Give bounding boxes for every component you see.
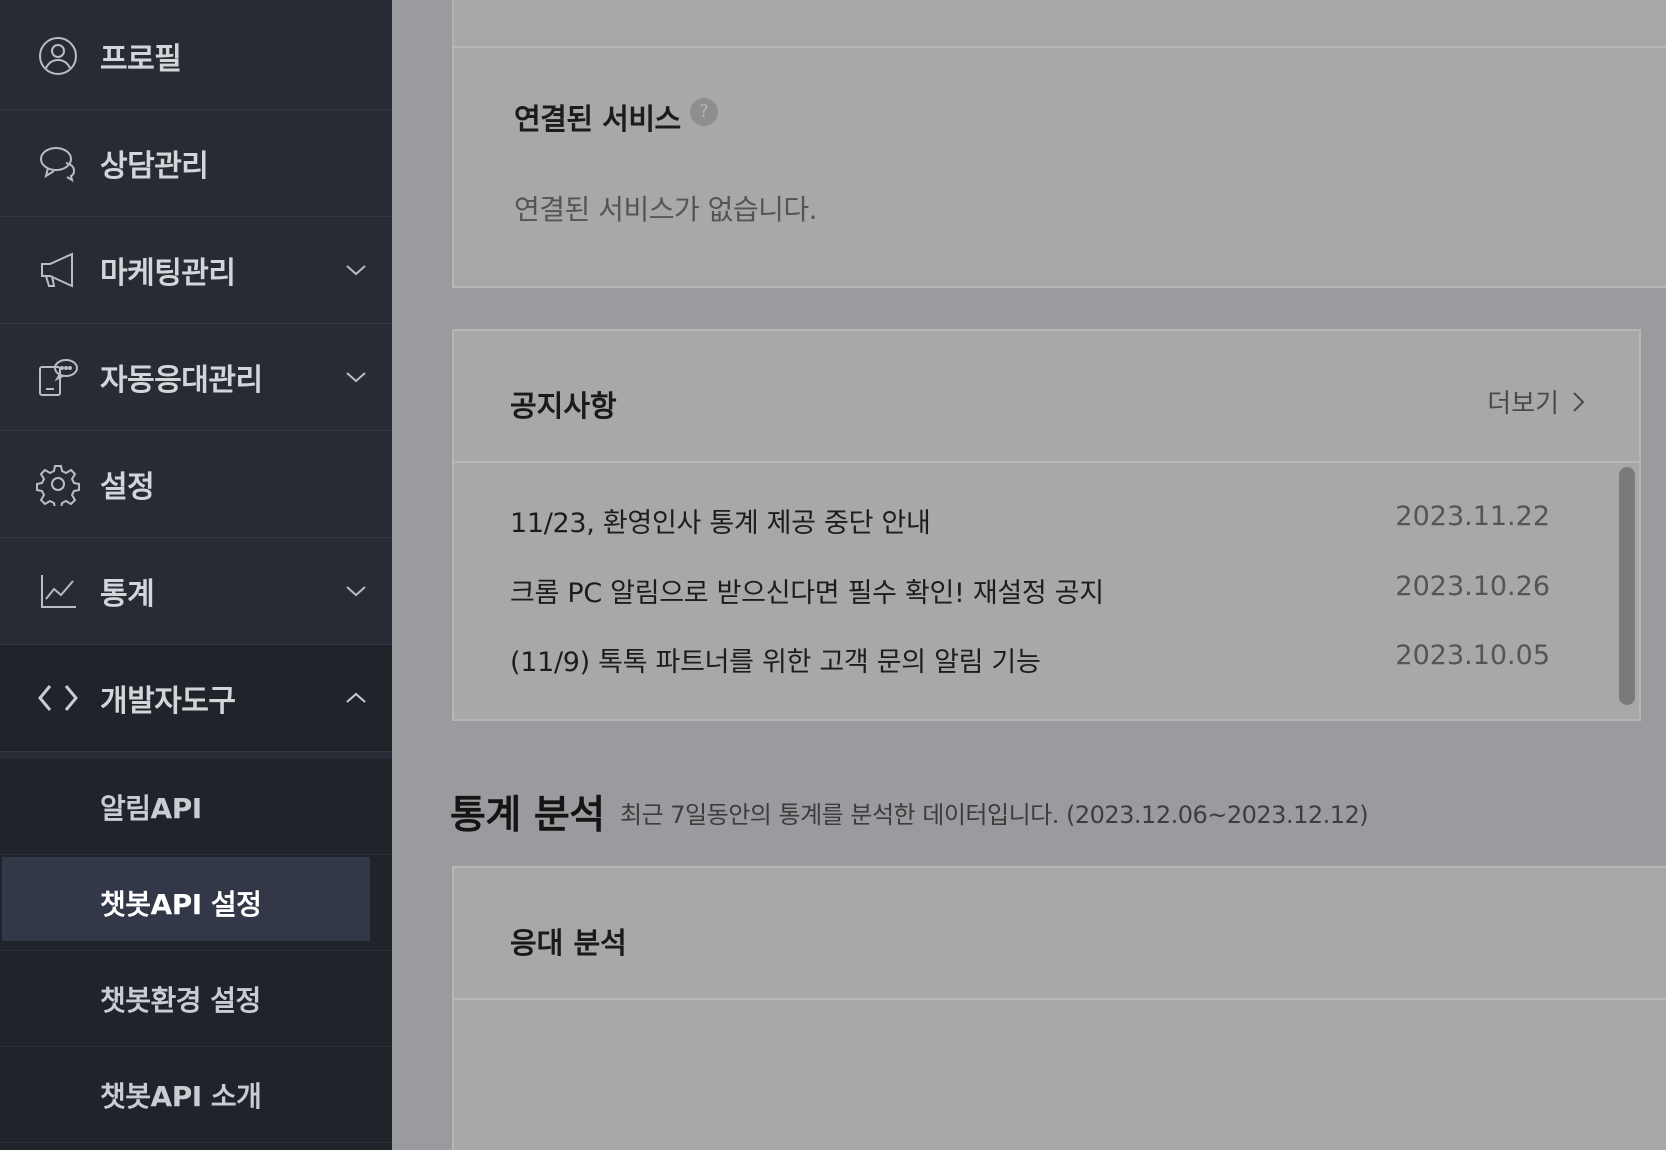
more-label: 더보기	[1487, 389, 1559, 419]
main-content: 연결된 서비스 ? 연결된 서비스가 없습니다. 공지사항 더보기 11/23,…	[392, 0, 1666, 1150]
sidebar: 프로필 상담관리 마케팅관리 자동응대관리 설정 통계 개발자도구 알림API …	[0, 0, 392, 1150]
sidebar-item-label: 상담관리	[100, 149, 209, 184]
notice-scrollbar[interactable]	[1619, 467, 1635, 705]
developer-tools-submenu: 알림API 챗봇API 설정 챗봇환경 설정 챗봇API 소개	[0, 759, 392, 1150]
notice-card: 공지사항 더보기 11/23, 환영인사 통계 제공 중단 안내 2023.11…	[452, 329, 1641, 721]
submenu-item-chatbot-env-settings[interactable]: 챗봇환경 설정	[0, 951, 392, 1047]
notice-item-title: 11/23, 환영인사 통계 제공 중단 안내	[510, 508, 931, 539]
response-analysis-card: 응대 분석	[452, 866, 1666, 1150]
notice-item[interactable]: 크롬 PC 알림으로 받으신다면 필수 확인! 재설정 공지 2023.10.2…	[510, 571, 1550, 611]
notice-item-title: (11/9) 톡톡 파트너를 위한 고객 문의 알림 기능	[510, 647, 1041, 678]
megaphone-icon	[36, 248, 80, 292]
top-card-partial	[452, 0, 1666, 48]
sidebar-item-label: 프로필	[100, 42, 182, 77]
linked-services-empty-text: 연결된 서비스가 없습니다.	[514, 193, 818, 226]
sidebar-item-label: 통계	[100, 577, 155, 612]
notice-item-title: 크롬 PC 알림으로 받으신다면 필수 확인! 재설정 공지	[510, 578, 1104, 609]
notice-item[interactable]: 11/23, 환영인사 통계 제공 중단 안내 2023.11.22	[510, 501, 1550, 541]
linked-services-card: 연결된 서비스 ? 연결된 서비스가 없습니다.	[452, 46, 1666, 288]
sidebar-item-auto-reply[interactable]: 자동응대관리	[0, 324, 392, 431]
chart-icon	[36, 569, 80, 613]
chevron-right-icon	[1573, 391, 1585, 412]
divider	[454, 461, 1639, 463]
sidebar-item-label: 개발자도구	[100, 684, 236, 719]
chat-icon	[36, 141, 80, 185]
auto-reply-icon	[36, 355, 80, 399]
chevron-up-icon[interactable]	[344, 686, 368, 710]
more-link[interactable]: 더보기	[1487, 383, 1587, 420]
sidebar-item-marketing[interactable]: 마케팅관리	[0, 217, 392, 324]
sidebar-item-developer-tools[interactable]: 개발자도구	[0, 645, 392, 752]
submenu-item-label: 챗봇API 설정	[100, 887, 262, 921]
sidebar-item-label: 자동응대관리	[100, 363, 263, 398]
profile-icon	[36, 34, 80, 78]
notice-item-date: 2023.10.05	[1395, 640, 1550, 671]
stats-title: 통계 분석	[450, 793, 605, 838]
code-icon	[36, 676, 80, 720]
notice-title: 공지사항	[510, 389, 617, 423]
sidebar-item-settings[interactable]: 설정	[0, 431, 392, 538]
sidebar-item-chat[interactable]: 상담관리	[0, 110, 392, 217]
sidebar-item-stats[interactable]: 통계	[0, 538, 392, 645]
submenu-item-label: 알림API	[100, 791, 202, 825]
divider	[454, 998, 1666, 1000]
notice-item[interactable]: (11/9) 톡톡 파트너를 위한 고객 문의 알림 기능 2023.10.05	[510, 640, 1550, 680]
chevron-down-icon[interactable]	[344, 258, 368, 282]
notice-item-date: 2023.11.22	[1395, 501, 1550, 532]
response-analysis-title: 응대 분석	[510, 926, 627, 960]
submenu-item-chatbot-api-settings[interactable]: 챗봇API 설정	[0, 855, 392, 951]
submenu-item-notification-api[interactable]: 알림API	[0, 759, 392, 855]
linked-services-title: 연결된 서비스	[514, 102, 681, 136]
stats-subtitle: 최근 7일동안의 통계를 분석한 데이터입니다. (2023.12.06~202…	[620, 801, 1369, 829]
submenu-item-label: 챗봇API 소개	[100, 1079, 262, 1113]
submenu-item-chatbot-api-intro[interactable]: 챗봇API 소개	[0, 1047, 392, 1143]
help-icon[interactable]: ?	[690, 98, 718, 126]
sidebar-item-label: 설정	[100, 470, 155, 505]
gear-icon	[36, 462, 80, 506]
sidebar-item-profile[interactable]: 프로필	[0, 3, 392, 110]
sidebar-item-label: 마케팅관리	[100, 256, 236, 291]
submenu-item-label: 챗봇환경 설정	[100, 983, 261, 1017]
chevron-down-icon[interactable]	[344, 579, 368, 603]
chevron-down-icon[interactable]	[344, 365, 368, 389]
notice-item-date: 2023.10.26	[1395, 571, 1550, 602]
